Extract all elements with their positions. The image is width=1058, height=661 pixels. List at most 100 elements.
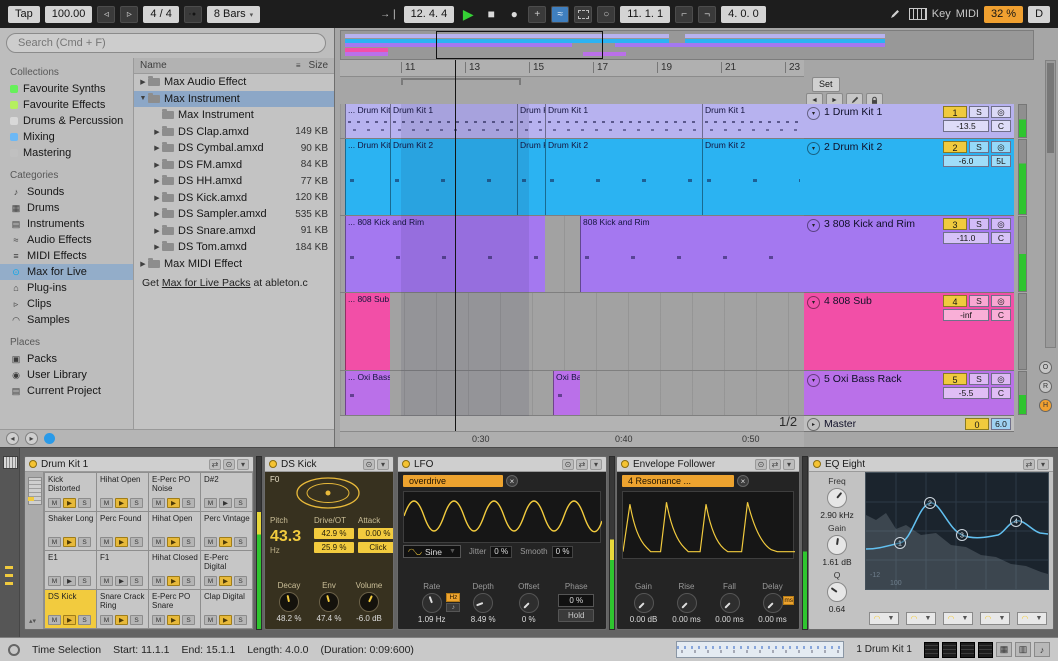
offset-value[interactable]: 0 %	[506, 615, 552, 624]
pad-play-button[interactable]: ▶	[219, 498, 232, 508]
clip[interactable]: ... 808 Kick and Rim	[345, 216, 545, 292]
pan-display[interactable]: C	[991, 232, 1011, 244]
loop-length-display[interactable]: 4. 0. 0	[721, 6, 766, 23]
pad-solo-button[interactable]: S	[78, 537, 91, 547]
link-text[interactable]: Max for Live Packs	[162, 277, 251, 289]
hot-swap-icon[interactable]: ⇄	[209, 459, 221, 470]
browser-list-header[interactable]: Name ≡ Size	[134, 58, 334, 74]
band-filter-select-4[interactable]: ◠▼	[980, 612, 1010, 625]
pad-solo-button[interactable]: S	[234, 498, 247, 508]
device-on-led[interactable]	[402, 460, 410, 468]
browser-row-ds-fm-amxd[interactable]: ▶DS FM.amxd84 KB	[134, 157, 334, 174]
automation-arm-button[interactable]	[574, 6, 592, 23]
sidebar-item-current-project[interactable]: ▤Current Project	[0, 383, 133, 399]
follow-button[interactable]: →❘	[380, 6, 398, 23]
sidebar-item-clips[interactable]: ▹Clips	[0, 296, 133, 312]
record-button[interactable]: ●	[505, 6, 523, 23]
master-header[interactable]: ▸Master06.0	[804, 416, 1014, 432]
quantization-menu[interactable]: 8 Bars▾	[207, 6, 260, 23]
volume-knob[interactable]	[359, 592, 379, 612]
edit-max-device-icon[interactable]: ⇄	[769, 459, 781, 470]
punch-out-button[interactable]: ¬	[698, 6, 716, 23]
fold-device-icon[interactable]: ▾	[590, 459, 602, 470]
q-value[interactable]: 0.64	[809, 604, 865, 614]
track-fold-icon[interactable]: ▾	[807, 219, 820, 232]
track-fold-icon[interactable]: ▾	[807, 374, 820, 387]
pad-overview[interactable]: ▴▾	[25, 472, 44, 629]
rise-knob[interactable]	[677, 593, 697, 613]
drum-pad-e1[interactable]: E1M▶S	[45, 551, 96, 589]
capture-midi-button[interactable]: ≈	[551, 6, 569, 23]
nudge-up-button[interactable]: ▹	[120, 6, 138, 23]
solo-button[interactable]: S	[969, 141, 989, 153]
tap-tempo-button[interactable]: Tap	[8, 6, 40, 23]
fall-knob[interactable]	[720, 593, 740, 613]
fold-device-icon[interactable]: ▾	[783, 459, 795, 470]
disclosure-arrow-icon[interactable]: ▶	[152, 161, 162, 169]
track-lanes[interactable]: ... Drum KitDrum Kit 1Drum KDrum Kit 1Dr…	[340, 104, 804, 432]
rate-knob[interactable]	[422, 593, 442, 613]
pad-mute-button[interactable]: M	[48, 576, 61, 586]
sync-mode-toggle[interactable]: ♪	[446, 603, 460, 612]
sidebar-item-audio-effects[interactable]: ≈Audio Effects	[0, 232, 133, 248]
arm-button[interactable]: ◎	[991, 141, 1011, 153]
browser-row-ds-sampler-amxd[interactable]: ▶DS Sampler.amxd535 KB	[134, 206, 334, 223]
chain-select-tick[interactable]	[5, 582, 13, 585]
drum-pad-ds-kick[interactable]: DS KickM▶S	[45, 590, 96, 628]
disclosure-arrow-icon[interactable]: ▶	[152, 210, 162, 218]
output-mode-select[interactable]: ◠▼	[1017, 612, 1047, 625]
side-toggle-o[interactable]: O	[1039, 361, 1052, 374]
disclosure-arrow-icon[interactable]: ▶	[138, 78, 148, 86]
pad-solo-button[interactable]: S	[182, 576, 195, 586]
chain-select-tick[interactable]	[5, 566, 13, 569]
pad-mute-button[interactable]: M	[100, 537, 113, 547]
solo-button[interactable]: S	[969, 373, 989, 385]
track-header-1[interactable]: ▾1 Drum Kit 11S◎-13.5C	[804, 104, 1014, 139]
track-lane-1[interactable]: ... Drum KitDrum Kit 1Drum KDrum Kit 1Dr…	[340, 104, 804, 139]
metronome-toggle[interactable]: ◦●	[184, 6, 202, 23]
pan-display[interactable]: 5L	[991, 155, 1011, 167]
jitter-value[interactable]: 0 %	[490, 546, 512, 558]
disclosure-arrow-icon[interactable]: ▶	[152, 243, 162, 251]
clip[interactable]: Drum Kit 2	[545, 139, 702, 215]
drum-pad-f1[interactable]: F1M▶S	[97, 551, 148, 589]
pad-play-button[interactable]: ▶	[219, 576, 232, 586]
computer-midi-keyboard-button[interactable]	[909, 6, 927, 23]
pad-mute-button[interactable]: M	[48, 498, 61, 508]
sidebar-item-mastering[interactable]: Mastering	[0, 145, 133, 161]
clip[interactable]: Drum Kit 1	[545, 104, 702, 138]
grid-view-icon[interactable]: ▦	[996, 642, 1012, 657]
drum-pad-perc-found[interactable]: Perc FoundM▶S	[97, 512, 148, 550]
pad-solo-button[interactable]: S	[234, 537, 247, 547]
decay-knob[interactable]	[279, 592, 299, 612]
play-button[interactable]: ▶	[459, 6, 477, 23]
device-on-led[interactable]	[621, 460, 629, 468]
arm-button[interactable]: ◎	[991, 218, 1011, 230]
pad-play-button[interactable]: ▶	[115, 537, 128, 547]
track-fold-icon[interactable]: ▾	[807, 296, 820, 309]
overview-view-box[interactable]	[436, 31, 603, 59]
edit-max-device-icon[interactable]: ⇄	[576, 459, 588, 470]
loop-start-display[interactable]: 11. 1. 1	[620, 6, 670, 23]
q-knob[interactable]	[827, 582, 847, 602]
pad-play-button[interactable]: ▶	[63, 576, 76, 586]
arrangement-position-display[interactable]: 12. 4. 4	[404, 6, 455, 23]
fold-device-icon[interactable]: ▾	[237, 459, 249, 470]
drum-pad-perc-vintage[interactable]: Perc VintageM▶S	[201, 512, 252, 550]
pad-solo-button[interactable]: S	[130, 615, 143, 625]
pad-solo-button[interactable]: S	[182, 537, 195, 547]
track-header-3[interactable]: ▾3 808 Kick and Rim3S◎-11.0C	[804, 216, 1014, 293]
drum-pad-clap-digital[interactable]: Clap DigitalM▶S	[201, 590, 252, 628]
rate-value[interactable]: 1.09 Hz	[403, 615, 460, 624]
sidebar-item-plug-ins[interactable]: ⌂Plug-ins	[0, 280, 133, 296]
time-scroll-bar[interactable]: 0:300:400:50	[340, 431, 804, 447]
eq-curve-display[interactable]: 1 2 3 4 100 -12	[865, 472, 1049, 590]
track-lane-2[interactable]: ... Drum KitDrum Kit 2Drum KDrum Kit 2Dr…	[340, 139, 804, 216]
drum-pad-snare-crack-ring[interactable]: Snare Crack RingM▶S	[97, 590, 148, 628]
edit-max-device-icon[interactable]: ⊙	[363, 459, 375, 470]
pattern-thumbnail[interactable]	[942, 642, 957, 658]
search-field[interactable]	[6, 33, 326, 53]
drum-pad-shaker-long[interactable]: Shaker LongM▶S	[45, 512, 96, 550]
freq-value[interactable]: 2.90 kHz	[809, 510, 865, 520]
arm-button[interactable]: ◎	[991, 373, 1011, 385]
